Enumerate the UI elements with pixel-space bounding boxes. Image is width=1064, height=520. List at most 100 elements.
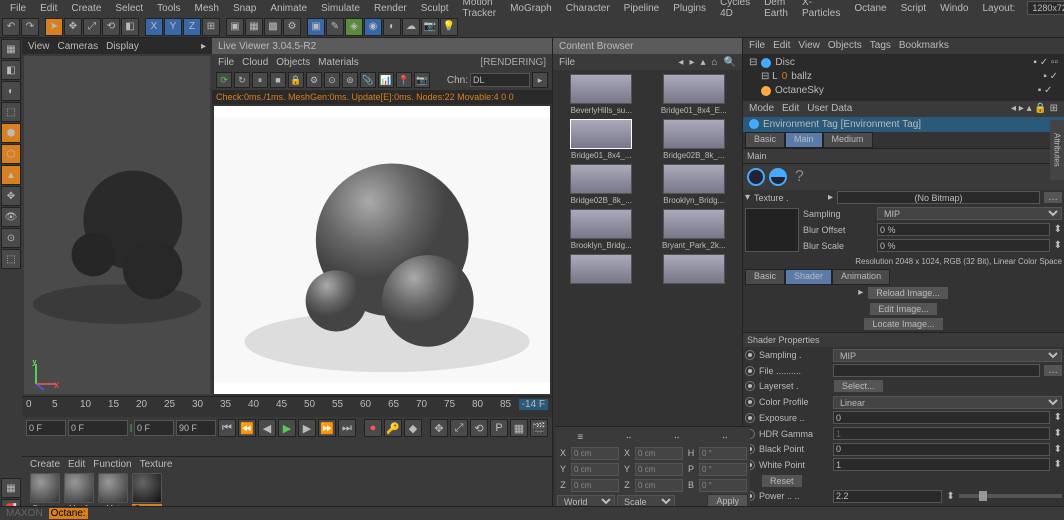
- grid-button[interactable]: ▦: [1, 478, 21, 498]
- attr-menu-edit[interactable]: Edit: [782, 103, 799, 114]
- z-lock-button[interactable]: Z: [183, 18, 201, 36]
- rotate-tool[interactable]: ⟲: [102, 18, 120, 36]
- deformer-button[interactable]: ◐: [383, 18, 401, 36]
- mat-menu-create[interactable]: Create: [30, 459, 60, 470]
- tl-current[interactable]: [134, 420, 174, 436]
- prev-frame-button[interactable]: ◀: [258, 419, 276, 437]
- vp-menu-cameras[interactable]: Cameras: [58, 41, 99, 52]
- cb-item[interactable]: Bridge01_8x4_E...: [650, 74, 739, 115]
- lv-menu-file[interactable]: File: [218, 57, 234, 68]
- edit-image-button[interactable]: Edit Image...: [869, 302, 938, 316]
- tl-start[interactable]: [26, 420, 66, 436]
- cb-nav-fwd-icon[interactable]: ▸: [689, 57, 694, 68]
- render-settings-button[interactable]: ⚙: [283, 18, 301, 36]
- cb-item[interactable]: Bridge02B_8k_...: [557, 164, 646, 205]
- rp-menu-tags[interactable]: Tags: [870, 40, 891, 51]
- rp-menu-bookmarks[interactable]: Bookmarks: [899, 40, 949, 51]
- recent-tool[interactable]: ◧: [121, 18, 139, 36]
- move-tool[interactable]: ✥: [64, 18, 82, 36]
- menu-plugins[interactable]: Plugins: [667, 2, 712, 15]
- scale-key-button[interactable]: ⤢: [450, 419, 468, 437]
- record-button[interactable]: ●: [364, 419, 382, 437]
- size-y-input[interactable]: [635, 463, 683, 476]
- menu-tools[interactable]: Tools: [151, 2, 186, 15]
- lv-stats-icon[interactable]: 📊: [378, 72, 394, 88]
- rp-menu-file[interactable]: File: [749, 40, 765, 51]
- texture-browse-button[interactable]: …: [1044, 192, 1062, 203]
- rp-menu-view[interactable]: View: [798, 40, 820, 51]
- help-icon[interactable]: ?: [795, 168, 804, 186]
- tab-medium[interactable]: Medium: [823, 132, 873, 148]
- blur-scale-input[interactable]: [877, 239, 1050, 252]
- select-tool[interactable]: ➤: [45, 18, 63, 36]
- menu-mesh[interactable]: Mesh: [189, 2, 225, 15]
- menu-character[interactable]: Character: [560, 2, 616, 15]
- lv-focus-icon[interactable]: ⊚: [342, 72, 358, 88]
- tl-range-start[interactable]: [68, 420, 128, 436]
- polys-mode-button[interactable]: ▲: [1, 165, 21, 185]
- vp-menu-display[interactable]: Display: [106, 41, 139, 52]
- y-lock-button[interactable]: Y: [164, 18, 182, 36]
- x-lock-button[interactable]: X: [145, 18, 163, 36]
- lv-menu-objects[interactable]: Objects: [276, 57, 310, 68]
- menu-edit[interactable]: Edit: [34, 2, 63, 15]
- lv-menu-materials[interactable]: Materials: [318, 57, 359, 68]
- tab-main[interactable]: Main: [785, 132, 823, 148]
- cb-menu-file[interactable]: File: [559, 57, 575, 68]
- blackpoint-input[interactable]: [833, 443, 1050, 456]
- object-row[interactable]: ⊟ L0 ballz▪ ✓: [749, 70, 1058, 84]
- cb-item[interactable]: Bridge02B_8k_...: [650, 119, 739, 160]
- attributes-tab[interactable]: Attributes: [1050, 120, 1064, 180]
- menu-xparticles[interactable]: X-Particles: [796, 0, 846, 20]
- goto-end-button[interactable]: ⏭: [338, 419, 356, 437]
- undo-button[interactable]: ↶: [2, 18, 20, 36]
- redo-button[interactable]: ↷: [21, 18, 39, 36]
- mat-menu-edit[interactable]: Edit: [68, 459, 85, 470]
- snap-button[interactable]: ⊙: [1, 228, 21, 248]
- menu-create[interactable]: Create: [65, 2, 107, 15]
- menu-octane[interactable]: Octane: [848, 2, 892, 15]
- timeline-ruler[interactable]: 051015202530354045505560657075808590 -14…: [22, 397, 552, 417]
- object-row[interactable]: ⊟ Disc▪ ✓ ▫▫: [749, 56, 1058, 70]
- texture-preview[interactable]: [745, 208, 799, 252]
- size-x-input[interactable]: [635, 447, 683, 460]
- lv-camera-icon[interactable]: 📷: [414, 72, 430, 88]
- cb-item[interactable]: [650, 254, 739, 284]
- lv-pick-icon[interactable]: ⊙: [324, 72, 340, 88]
- lv-settings-icon[interactable]: ⚙: [306, 72, 322, 88]
- pen-tool-button[interactable]: ✎: [326, 18, 344, 36]
- cb-item[interactable]: [557, 254, 646, 284]
- pos-key-button[interactable]: ✥: [430, 419, 448, 437]
- render-region-button[interactable]: ▦: [245, 18, 263, 36]
- blur-offset-input[interactable]: [877, 223, 1050, 236]
- menu-mograph[interactable]: MoGraph: [504, 2, 558, 15]
- layerset-select-button[interactable]: Select...: [833, 379, 884, 393]
- edges-mode-button[interactable]: ⬡: [1, 144, 21, 164]
- attr-menu-userdata[interactable]: User Data: [807, 103, 852, 114]
- file-browse-button[interactable]: …: [1044, 365, 1062, 376]
- goto-start-button[interactable]: ⏮: [218, 419, 236, 437]
- pos-y-input[interactable]: [571, 463, 619, 476]
- menu-select[interactable]: Select: [109, 2, 149, 15]
- menu-snap[interactable]: Snap: [227, 2, 262, 15]
- whitepoint-input[interactable]: [833, 458, 1050, 471]
- cube-primitive-button[interactable]: ▣: [307, 18, 325, 36]
- power-input[interactable]: [833, 490, 942, 503]
- mat-menu-texture[interactable]: Texture: [140, 459, 173, 470]
- lv-expand-icon[interactable]: ▸: [532, 72, 548, 88]
- lv-pause-icon[interactable]: ⏸: [252, 72, 268, 88]
- rot-b-input[interactable]: [699, 479, 747, 492]
- camera-button[interactable]: 📷: [421, 18, 439, 36]
- render-output[interactable]: [214, 106, 550, 394]
- menu-motiontracker[interactable]: Motion Tracker: [457, 0, 503, 20]
- autokey-button[interactable]: 🔑: [384, 419, 402, 437]
- sampling-select[interactable]: MIP: [877, 207, 1062, 220]
- exposure-input[interactable]: [833, 411, 1050, 424]
- menu-window[interactable]: Windo: [934, 2, 974, 15]
- locate-image-button[interactable]: Locate Image...: [863, 317, 943, 331]
- scale-tool[interactable]: ⤢: [83, 18, 101, 36]
- texture-arrow-icon[interactable]: ▸: [828, 192, 833, 203]
- axis-button[interactable]: ✥: [1, 186, 21, 206]
- workplane2-button[interactable]: ⬚: [1, 249, 21, 269]
- workplane-button[interactable]: ⬚: [1, 102, 21, 122]
